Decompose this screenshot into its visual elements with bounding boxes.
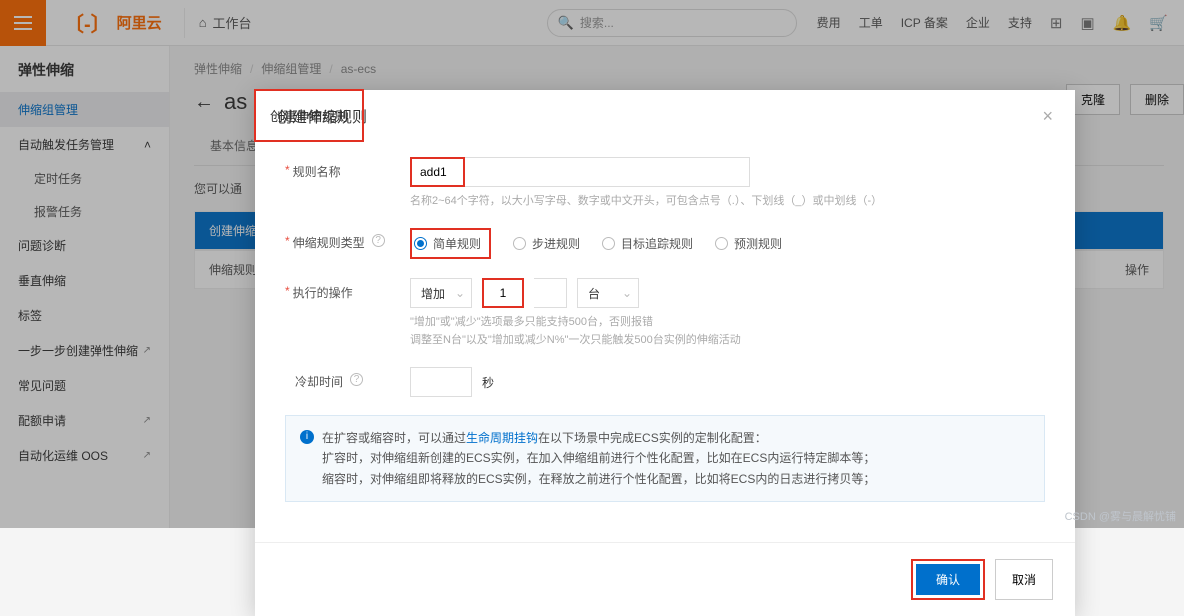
radio-icon	[414, 237, 427, 250]
op-unit-select[interactable]: 台	[577, 278, 639, 308]
op-mode-select[interactable]: 增加	[410, 278, 472, 308]
op-hint2: 调整至N台"以及"增加或减少N%"一次只能触发500台实例的伸缩活动	[410, 331, 1045, 347]
help-icon[interactable]: ?	[350, 373, 363, 386]
radio-step[interactable]: 步进规则	[513, 235, 580, 252]
radio-icon	[602, 237, 615, 250]
create-rule-modal: 创建伸缩规则 创建伸缩规则 × *规则名称 名称2~64个字符，以大小写字母、数…	[255, 90, 1075, 616]
info-box: i 在扩容或缩容时，可以通过生命周期挂钩在以下场景中完成ECS实例的定制化配置：…	[285, 415, 1045, 502]
highlight-confirm: 确认	[911, 559, 985, 600]
cancel-button[interactable]: 取消	[995, 559, 1053, 600]
radio-target[interactable]: 目标追踪规则	[602, 235, 693, 252]
rule-type-label: 伸缩规则类型	[293, 234, 365, 251]
highlight-radio: 简单规则	[410, 228, 491, 259]
op-value-input[interactable]	[482, 278, 524, 308]
cooldown-unit: 秒	[482, 374, 494, 391]
confirm-button[interactable]: 确认	[916, 564, 980, 595]
rule-name-label: 规则名称	[293, 163, 341, 180]
cooldown-input[interactable]	[410, 367, 472, 397]
rule-name-input-ext[interactable]	[465, 157, 750, 187]
rule-name-hint: 名称2~64个字符，以大小写字母、数字或中文开头，可包含点号（.）、下划线（_）…	[410, 192, 1045, 208]
lifecycle-link[interactable]: 生命周期挂钩	[466, 431, 538, 445]
op-value-input-ext[interactable]	[534, 278, 567, 308]
radio-icon	[715, 237, 728, 250]
op-label: 执行的操作	[293, 284, 353, 301]
op-hint1: "增加"或"减少"选项最多只能支持500台，否则报错	[410, 313, 1045, 329]
radio-icon	[513, 237, 526, 250]
watermark: CSDN @雾与晨解忧铺	[1065, 508, 1176, 524]
close-icon[interactable]: ×	[1042, 106, 1053, 127]
radio-simple[interactable]: 简单规则	[414, 235, 481, 252]
rule-name-input[interactable]	[410, 157, 465, 187]
cooldown-label: 冷却时间	[295, 373, 343, 390]
help-icon[interactable]: ?	[372, 234, 385, 247]
radio-predict[interactable]: 预测规则	[715, 235, 782, 252]
modal-title: 创建伸缩规则	[277, 106, 367, 127]
info-icon: i	[300, 430, 314, 444]
